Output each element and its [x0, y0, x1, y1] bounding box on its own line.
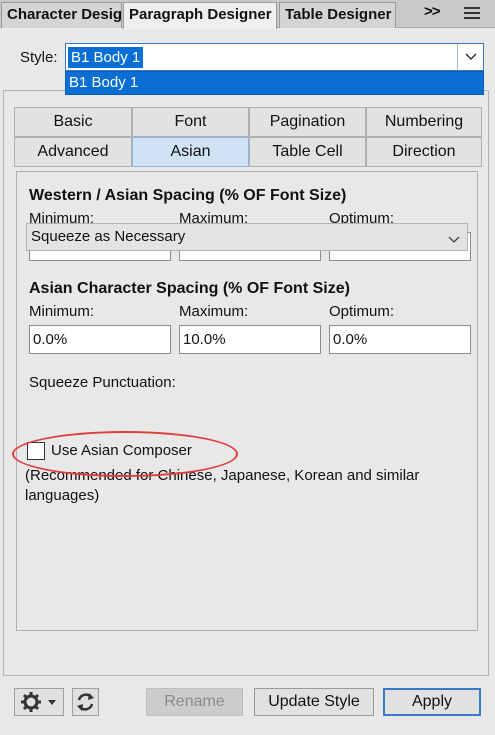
- tab-advanced[interactable]: Advanced: [14, 137, 132, 167]
- refresh-icon: [77, 693, 94, 711]
- asian-min-label: Minimum:: [29, 303, 95, 320]
- designer-panel: Basic Font Pagination Numbering Advanced…: [3, 90, 489, 676]
- chevron-down-icon: [447, 230, 461, 244]
- rename-button[interactable]: Rename: [146, 688, 243, 716]
- panel-tab-strip: Character Designer Paragraph Designer Ta…: [0, 0, 495, 29]
- style-select[interactable]: B1 Body 1: [65, 43, 484, 71]
- asian-max-label: Maximum:: [179, 303, 249, 320]
- style-label: Style:: [20, 49, 58, 66]
- overflow-tabs-icon[interactable]: >>: [424, 3, 441, 20]
- style-dropdown-item[interactable]: B1 Body 1: [65, 71, 484, 95]
- tab-pagination[interactable]: Pagination: [249, 107, 366, 137]
- gear-menu-button[interactable]: [14, 688, 64, 716]
- asian-max-field[interactable]: 10.0%: [179, 325, 321, 354]
- asian-opt-field[interactable]: 0.0%: [329, 325, 471, 354]
- asian-min-field[interactable]: 0.0%: [29, 325, 171, 354]
- tab-direction[interactable]: Direction: [366, 137, 482, 167]
- style-select-value: B1 Body 1: [68, 47, 144, 68]
- squeeze-label: Squeeze Punctuation:: [29, 374, 176, 391]
- tab-table-cell[interactable]: Table Cell: [249, 137, 366, 167]
- tab-paragraph-designer[interactable]: Paragraph Designer: [123, 2, 277, 29]
- chevron-down-icon[interactable]: [457, 44, 483, 70]
- apply-button[interactable]: Apply: [383, 688, 481, 716]
- squeeze-select-value: Squeeze as Necessary: [31, 228, 186, 245]
- highlight-ellipse: [12, 431, 238, 477]
- asian-opt-label: Optimum:: [329, 303, 395, 320]
- tab-font[interactable]: Font: [132, 107, 249, 137]
- asian-char-heading: Asian Character Spacing (% OF Font Size): [29, 280, 350, 297]
- refresh-button[interactable]: [72, 688, 99, 716]
- squeeze-select[interactable]: Squeeze as Necessary: [26, 223, 468, 251]
- tab-basic[interactable]: Basic: [14, 107, 132, 137]
- tab-table-designer[interactable]: Table Designer: [279, 2, 396, 28]
- western-asian-heading: Western / Asian Spacing (% OF Font Size): [29, 187, 347, 204]
- panel-menu-icon[interactable]: [464, 7, 480, 20]
- tab-character-designer[interactable]: Character Designer: [1, 2, 122, 28]
- update-style-button[interactable]: Update Style: [254, 688, 374, 716]
- tab-numbering[interactable]: Numbering: [366, 107, 482, 137]
- gear-icon: [21, 692, 56, 712]
- tab-asian[interactable]: Asian: [132, 137, 249, 167]
